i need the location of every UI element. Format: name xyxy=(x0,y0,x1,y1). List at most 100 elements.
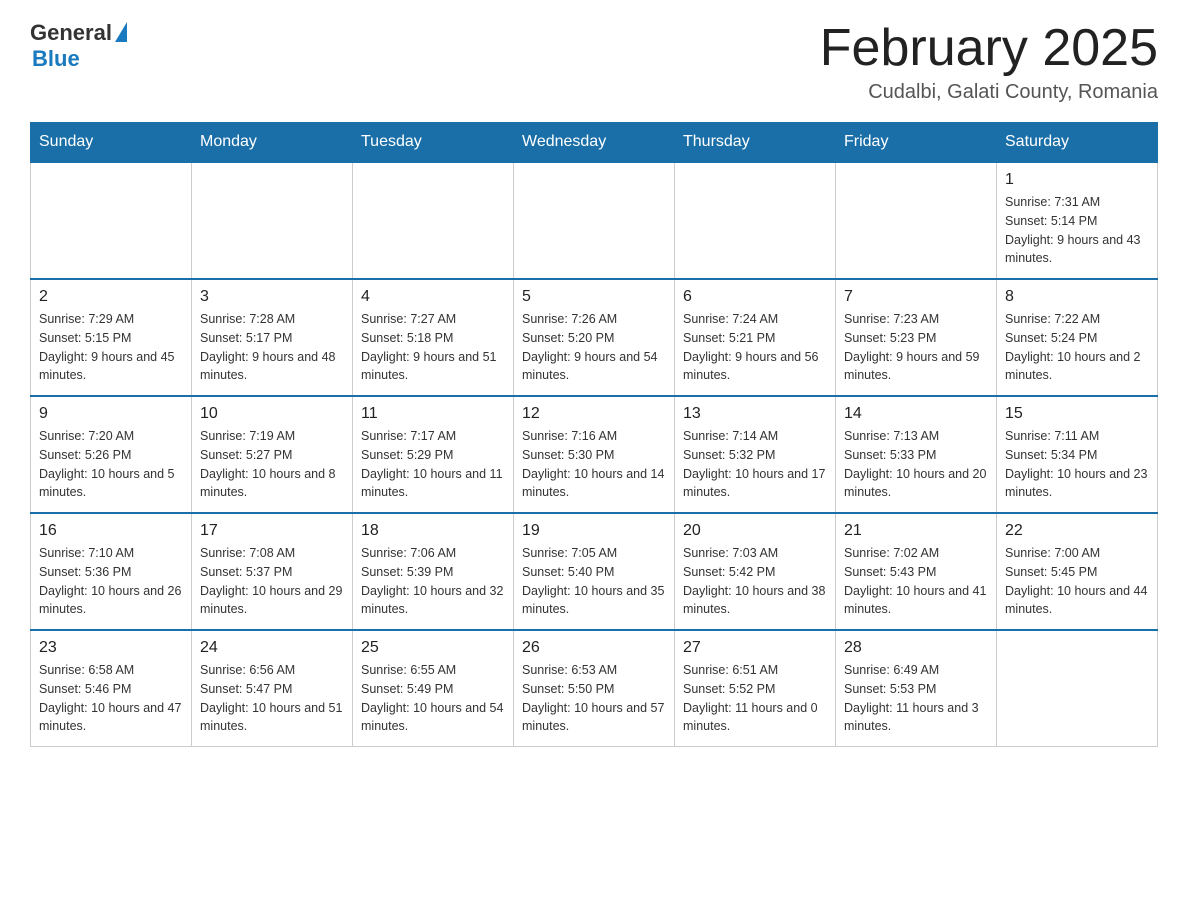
calendar-cell: 20Sunrise: 7:03 AMSunset: 5:42 PMDayligh… xyxy=(675,513,836,630)
day-number: 28 xyxy=(844,639,988,657)
day-number: 18 xyxy=(361,522,505,540)
calendar-cell: 5Sunrise: 7:26 AMSunset: 5:20 PMDaylight… xyxy=(514,279,675,396)
title-area: February 2025 Cudalbi, Galati County, Ro… xyxy=(820,20,1158,104)
calendar-cell: 18 Sunrise: 7:06 AMSunset: 5:39 PMDayligh… xyxy=(353,513,514,630)
day-info: Sunrise: 7:23 AMSunset: 5:23 PMDaylight:… xyxy=(844,310,988,385)
day-info: Sunrise: 7:11 AMSunset: 5:34 PMDaylight:… xyxy=(1005,427,1149,502)
day-number: 20 xyxy=(683,522,827,540)
day-number: 11 xyxy=(361,405,505,423)
day-info: Sunrise: 7:22 AMSunset: 5:24 PMDaylight:… xyxy=(1005,310,1149,385)
day-number: 15 xyxy=(1005,405,1149,423)
calendar-cell: 11 Sunrise: 7:17 AMSunset: 5:29 PMDayligh… xyxy=(353,396,514,513)
week-row-2: 2 Sunrise: 7:29 AMSunset: 5:15 PMDaylight… xyxy=(31,279,1158,396)
calendar-cell: 13 Sunrise: 7:14 AMSunset: 5:32 PMDayligh… xyxy=(675,396,836,513)
day-info: Sunrise: 7:28 AMSunset: 5:17 PMDaylight:… xyxy=(200,310,344,385)
week-row-1: 1Sunrise: 7:31 AMSunset: 5:14 PMDaylight… xyxy=(31,162,1158,279)
day-info: Sunrise: 7:10 AMSunset: 5:36 PMDaylight:… xyxy=(39,544,183,619)
col-header-saturday: Saturday xyxy=(997,123,1158,163)
day-number: 26 xyxy=(522,639,666,657)
col-header-tuesday: Tuesday xyxy=(353,123,514,163)
calendar-cell xyxy=(31,162,192,279)
day-info: Sunrise: 6:56 AMSunset: 5:47 PMDaylight:… xyxy=(200,661,344,736)
day-info: Sunrise: 6:55 AMSunset: 5:49 PMDaylight:… xyxy=(361,661,505,736)
day-info: Sunrise: 7:29 AMSunset: 5:15 PMDaylight:… xyxy=(39,310,183,385)
calendar-cell: 3 Sunrise: 7:28 AMSunset: 5:17 PMDaylight… xyxy=(192,279,353,396)
calendar-cell: 10 Sunrise: 7:19 AMSunset: 5:27 PMDayligh… xyxy=(192,396,353,513)
calendar-cell xyxy=(514,162,675,279)
logo-general-text: General xyxy=(30,20,112,46)
calendar-cell: 26Sunrise: 6:53 AMSunset: 5:50 PMDayligh… xyxy=(514,630,675,747)
calendar-cell xyxy=(836,162,997,279)
day-info: Sunrise: 7:13 AMSunset: 5:33 PMDaylight:… xyxy=(844,427,988,502)
week-row-5: 23 Sunrise: 6:58 AMSunset: 5:46 PMDayligh… xyxy=(31,630,1158,747)
day-info: Sunrise: 7:19 AMSunset: 5:27 PMDaylight:… xyxy=(200,427,344,502)
day-number: 9 xyxy=(39,405,183,423)
calendar-cell: 15 Sunrise: 7:11 AMSunset: 5:34 PMDayligh… xyxy=(997,396,1158,513)
month-title: February 2025 xyxy=(820,20,1158,77)
calendar-cell: 16 Sunrise: 7:10 AMSunset: 5:36 PMDayligh… xyxy=(31,513,192,630)
location-subtitle: Cudalbi, Galati County, Romania xyxy=(820,81,1158,104)
day-number: 16 xyxy=(39,522,183,540)
col-header-sunday: Sunday xyxy=(31,123,192,163)
day-info: Sunrise: 7:08 AMSunset: 5:37 PMDaylight:… xyxy=(200,544,344,619)
day-number: 22 xyxy=(1005,522,1149,540)
day-number: 24 xyxy=(200,639,344,657)
day-number: 5 xyxy=(522,288,666,306)
logo-triangle-icon xyxy=(115,22,127,42)
day-number: 23 xyxy=(39,639,183,657)
day-number: 13 xyxy=(683,405,827,423)
day-info: Sunrise: 6:58 AMSunset: 5:46 PMDaylight:… xyxy=(39,661,183,736)
day-info: Sunrise: 7:05 AMSunset: 5:40 PMDaylight:… xyxy=(522,544,666,619)
day-number: 19 xyxy=(522,522,666,540)
day-number: 6 xyxy=(683,288,827,306)
day-number: 25 xyxy=(361,639,505,657)
day-info: Sunrise: 7:31 AMSunset: 5:14 PMDaylight:… xyxy=(1005,193,1149,268)
day-info: Sunrise: 7:06 AMSunset: 5:39 PMDaylight:… xyxy=(361,544,505,619)
page-header: General Blue February 2025 Cudalbi, Gala… xyxy=(30,20,1158,104)
calendar-cell: 1Sunrise: 7:31 AMSunset: 5:14 PMDaylight… xyxy=(997,162,1158,279)
calendar-cell xyxy=(675,162,836,279)
calendar-cell: 6 Sunrise: 7:24 AMSunset: 5:21 PMDaylight… xyxy=(675,279,836,396)
day-info: Sunrise: 7:16 AMSunset: 5:30 PMDaylight:… xyxy=(522,427,666,502)
calendar-cell: 19 Sunrise: 7:05 AMSunset: 5:40 PMDayligh… xyxy=(514,513,675,630)
calendar-cell xyxy=(192,162,353,279)
calendar-cell: 12 Sunrise: 7:16 AMSunset: 5:30 PMDayligh… xyxy=(514,396,675,513)
calendar-cell: 17 Sunrise: 7:08 AMSunset: 5:37 PMDayligh… xyxy=(192,513,353,630)
day-info: Sunrise: 7:14 AMSunset: 5:32 PMDaylight:… xyxy=(683,427,827,502)
calendar-cell xyxy=(353,162,514,279)
week-row-3: 9 Sunrise: 7:20 AMSunset: 5:26 PMDaylight… xyxy=(31,396,1158,513)
col-header-monday: Monday xyxy=(192,123,353,163)
calendar-cell: 8 Sunrise: 7:22 AMSunset: 5:24 PMDaylight… xyxy=(997,279,1158,396)
logo-blue-text: Blue xyxy=(32,46,80,72)
calendar-table: SundayMondayTuesdayWednesdayThursdayFrid… xyxy=(30,122,1158,747)
day-number: 27 xyxy=(683,639,827,657)
calendar-header-row: SundayMondayTuesdayWednesdayThursdayFrid… xyxy=(31,123,1158,163)
calendar-cell: 21 Sunrise: 7:02 AMSunset: 5:43 PMDayligh… xyxy=(836,513,997,630)
day-number: 2 xyxy=(39,288,183,306)
day-number: 21 xyxy=(844,522,988,540)
col-header-thursday: Thursday xyxy=(675,123,836,163)
day-info: Sunrise: 7:02 AMSunset: 5:43 PMDaylight:… xyxy=(844,544,988,619)
day-number: 7 xyxy=(844,288,988,306)
calendar-cell: 27Sunrise: 6:51 AMSunset: 5:52 PMDayligh… xyxy=(675,630,836,747)
calendar-cell: 22 Sunrise: 7:00 AMSunset: 5:45 PMDayligh… xyxy=(997,513,1158,630)
calendar-cell: 4Sunrise: 7:27 AMSunset: 5:18 PMDaylight… xyxy=(353,279,514,396)
calendar-cell: 7 Sunrise: 7:23 AMSunset: 5:23 PMDaylight… xyxy=(836,279,997,396)
logo: General Blue xyxy=(30,20,127,72)
day-number: 14 xyxy=(844,405,988,423)
day-number: 10 xyxy=(200,405,344,423)
day-number: 3 xyxy=(200,288,344,306)
day-info: Sunrise: 6:49 AMSunset: 5:53 PMDaylight:… xyxy=(844,661,988,736)
day-info: Sunrise: 7:17 AMSunset: 5:29 PMDaylight:… xyxy=(361,427,505,502)
day-number: 17 xyxy=(200,522,344,540)
day-info: Sunrise: 7:00 AMSunset: 5:45 PMDaylight:… xyxy=(1005,544,1149,619)
calendar-cell: 2 Sunrise: 7:29 AMSunset: 5:15 PMDaylight… xyxy=(31,279,192,396)
day-number: 4 xyxy=(361,288,505,306)
day-info: Sunrise: 7:24 AMSunset: 5:21 PMDaylight:… xyxy=(683,310,827,385)
week-row-4: 16 Sunrise: 7:10 AMSunset: 5:36 PMDayligh… xyxy=(31,513,1158,630)
day-number: 8 xyxy=(1005,288,1149,306)
col-header-wednesday: Wednesday xyxy=(514,123,675,163)
day-info: Sunrise: 7:20 AMSunset: 5:26 PMDaylight:… xyxy=(39,427,183,502)
calendar-cell: 9 Sunrise: 7:20 AMSunset: 5:26 PMDaylight… xyxy=(31,396,192,513)
day-number: 12 xyxy=(522,405,666,423)
